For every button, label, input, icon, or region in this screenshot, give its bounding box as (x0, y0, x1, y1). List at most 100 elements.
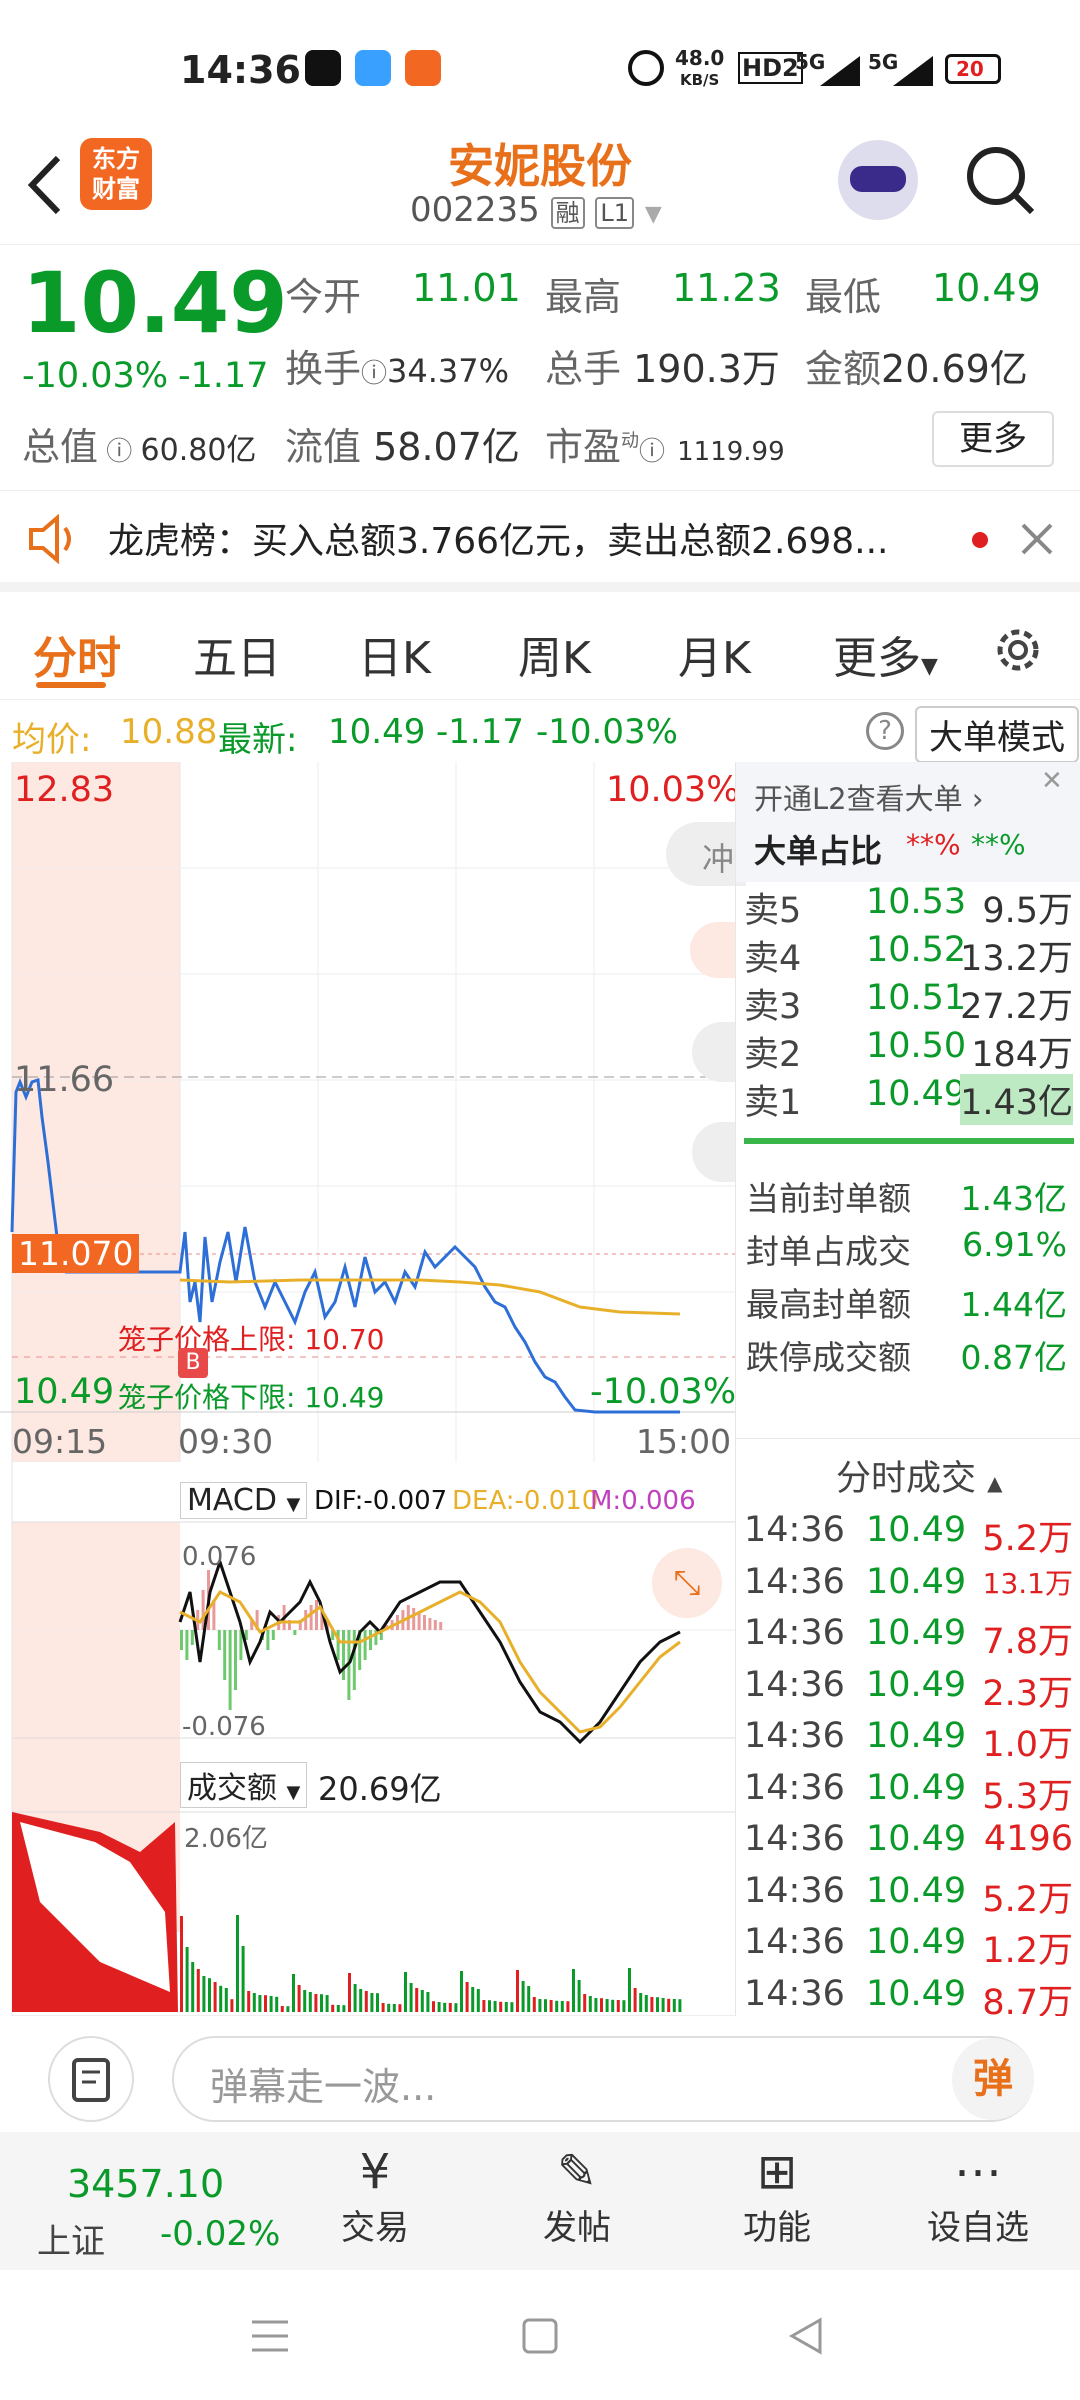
buy-marker-icon[interactable]: B (178, 1348, 208, 1378)
tag-rong: 融 (550, 197, 585, 229)
tick-volume: 5.3万 (982, 1776, 1073, 1817)
gear-icon[interactable] (990, 622, 1046, 678)
tick-price: 10.49 (866, 1716, 967, 1756)
close-l2-icon[interactable]: ✕ (1041, 766, 1063, 796)
grid-icon: ⊞ (756, 2144, 798, 2200)
back-triangle-icon[interactable] (786, 2316, 826, 2356)
time-open: 09:30 (178, 1422, 274, 1461)
net-speed: 48.0 KB/S (675, 46, 725, 89)
stock-code: 002235 (410, 190, 540, 230)
tick-row: 14:36 10.49 8.7万 (736, 1973, 1080, 2023)
hd-icon: HD2 (738, 52, 803, 84)
menu-icon[interactable] (250, 2316, 290, 2356)
status-time: 14:36 (180, 48, 301, 92)
ask-volume: 27.2万 (960, 987, 1073, 1027)
nav-trade[interactable]: ¥ 交易 (305, 2144, 445, 2249)
tick-row: 14:36 10.49 5.2万 (736, 1870, 1080, 1920)
nav-watchlist[interactable]: ⋯ 设自选 (908, 2144, 1048, 2249)
tab-five-day[interactable]: 五日 (193, 622, 281, 686)
big-order-mode-button[interactable]: 大单模式 (915, 706, 1079, 763)
stock-name: 安妮股份 (448, 139, 632, 193)
latest-value: 10.49 (328, 712, 426, 752)
help-icon[interactable]: ? (866, 712, 904, 750)
danmu-list-icon[interactable] (48, 2036, 134, 2122)
divider (736, 1438, 1080, 1439)
volume-bars (180, 1915, 682, 2012)
index-value: 3457.10 (67, 2162, 225, 2206)
volume-selector[interactable]: 成交额 ▼ (180, 1762, 308, 1808)
tab-more[interactable]: 更多▼ (833, 622, 938, 686)
robot-assistant-icon[interactable] (838, 140, 918, 220)
ask-price: 10.53 (866, 882, 967, 922)
ask-bid-divider (744, 1138, 1074, 1144)
float-row: 流值 58.07亿 (285, 425, 520, 469)
ticks-title[interactable]: 分时成交 ▲ (836, 1450, 1003, 1501)
nav-function[interactable]: ⊞ 功能 (707, 2144, 847, 2249)
tick-volume: 1.0万 (982, 1725, 1073, 1765)
open-value: 11.01 (412, 266, 521, 310)
ask-volume: 1.43亿 (960, 1074, 1073, 1125)
mcap-row: 总值 ⓘ 60.80亿 (22, 425, 257, 469)
tick-row: 14:36 10.49 1.0万 (736, 1716, 1080, 1765)
volume-row: 总手 190.3万 (545, 347, 780, 391)
high-label: 最高 (545, 275, 622, 319)
time-end: 15:00 (636, 1422, 732, 1461)
tab-week-k[interactable]: 周K (518, 622, 591, 686)
ask-row: 卖1 10.49 1.43亿 (736, 1074, 1080, 1125)
turnover-row: 换手ⓘ34.37% (285, 347, 510, 391)
tick-row: 14:36 10.49 2.3万 (736, 1665, 1080, 1714)
avg-value: 10.88 (120, 712, 218, 752)
tick-price: 10.49 (866, 1819, 967, 1859)
danmu-bar: 弹幕走一波... 弹 (0, 2016, 1080, 2132)
close-icon[interactable] (1020, 522, 1054, 556)
seal-stat-row: 当前封单额 1.43亿 (736, 1172, 1080, 1220)
stock-code-row[interactable]: 002235 融 L1 ▼ (410, 190, 662, 230)
ask-label: 卖4 (744, 939, 802, 979)
danmu-input[interactable]: 弹幕走一波... 弹 (172, 2036, 1034, 2122)
edit-icon: ✎ (556, 2144, 598, 2200)
tick-row: 14:36 10.49 5.3万 (736, 1767, 1080, 1817)
search-icon[interactable] (960, 140, 1040, 220)
alarm-icon (628, 50, 664, 86)
more-button[interactable]: 更多 (932, 411, 1054, 467)
open-label: 今开 (285, 275, 362, 319)
seal-stat-row: 最高封单额 1.44亿 (736, 1278, 1080, 1326)
tab-day-k[interactable]: 日K (358, 622, 431, 686)
tick-volume: 5.2万 (982, 1519, 1073, 1559)
macd-selector[interactable]: MACD ▼ (180, 1482, 308, 1519)
side-tab-chong[interactable]: 冲 (666, 822, 746, 886)
ask-row: 卖2 10.50 184万 (736, 1026, 1080, 1075)
tab-intraday[interactable]: 分时 (33, 622, 121, 686)
tick-row: 14:36 10.49 5.2万 (736, 1510, 1080, 1559)
seal-stat-row: 跌停成交额 0.87亿 (736, 1331, 1080, 1379)
home-icon[interactable] (520, 2316, 560, 2356)
more-dots-icon: ⋯ (954, 2144, 1002, 2200)
latest-chg: -1.17 (436, 712, 524, 752)
intraday-chart[interactable]: 12.83 10.03% 11.66 11.070 笼子价格上限: 10.70 … (0, 762, 746, 2016)
tick-time: 14:36 (744, 1973, 845, 2014)
latest-label: 最新: (218, 720, 298, 760)
lower-limit-label: 笼子价格下限: 10.49 (118, 1381, 385, 1414)
tick-row: 14:36 10.49 7.8万 (736, 1613, 1080, 1662)
volume-total: 20.69亿 (318, 1770, 442, 1808)
big-ratio-label: 大单占比 (754, 832, 883, 870)
tag-l1: L1 (595, 197, 635, 229)
tab-month-k[interactable]: 月K (678, 622, 751, 686)
expand-icon[interactable]: ⤡ (652, 1548, 722, 1618)
danmu-toggle-button[interactable]: 弹 (952, 2038, 1034, 2120)
tick-price: 10.49 (866, 1922, 967, 1962)
l2-promo-text[interactable]: 开通L2查看大单 › (754, 776, 983, 818)
macd-m: M:0.006 (590, 1486, 696, 1516)
tick-time: 14:36 (744, 1870, 845, 1911)
ask-row: 卖3 10.51 27.2万 (736, 978, 1080, 1027)
current-price: 10.49 (22, 254, 288, 352)
nav-post[interactable]: ✎ 发帖 (507, 2144, 647, 2249)
chart-top-price: 12.83 (14, 770, 115, 810)
dragon-tiger-notice[interactable]: 龙虎榜：买入总额3.766亿元，卖出总额2.698... (0, 492, 1080, 592)
time-start: 09:15 (12, 1422, 108, 1461)
ask-volume: 184万 (971, 1035, 1073, 1075)
big-ratio-sell: **% (971, 828, 1026, 861)
chart-mid-price: 11.66 (14, 1060, 115, 1100)
tick-price: 10.49 (866, 1767, 967, 1808)
tick-price: 10.49 (866, 1973, 967, 2014)
